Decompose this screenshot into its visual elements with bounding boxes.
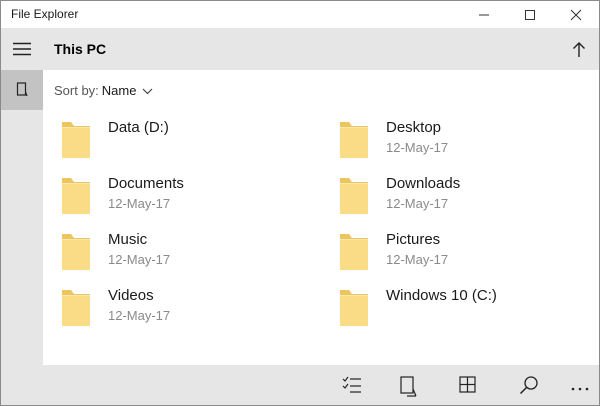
folder-icon bbox=[340, 234, 368, 270]
search-button[interactable] bbox=[514, 371, 544, 399]
grid-view-icon bbox=[459, 376, 476, 393]
drive-folder-icon bbox=[340, 290, 368, 326]
sort-label: Sort by: bbox=[54, 83, 99, 98]
close-icon bbox=[570, 9, 582, 21]
close-button[interactable] bbox=[553, 1, 599, 28]
item-name: Downloads bbox=[386, 175, 461, 192]
title-bar: File Explorer bbox=[1, 1, 599, 28]
chevron-down-icon bbox=[143, 88, 153, 95]
item-date: 12-May-17 bbox=[108, 308, 171, 323]
command-bar bbox=[43, 365, 599, 405]
navigation-sidebar bbox=[1, 28, 43, 405]
folder-item-data-d[interactable]: Data (D:) bbox=[47, 115, 287, 165]
select-list-icon bbox=[342, 376, 361, 393]
maximize-button[interactable] bbox=[507, 1, 553, 28]
device-icon bbox=[16, 82, 28, 97]
select-button[interactable] bbox=[337, 371, 367, 399]
item-date: 12-May-17 bbox=[386, 252, 449, 267]
folder-icon bbox=[62, 290, 90, 326]
folder-item-documents[interactable]: Documents 12-May-17 bbox=[47, 171, 287, 221]
sort-value: Name bbox=[101, 83, 137, 98]
folder-item-desktop[interactable]: Desktop 12-May-17 bbox=[325, 115, 565, 165]
page-title: This PC bbox=[54, 41, 107, 57]
view-button[interactable] bbox=[453, 371, 483, 399]
more-icon bbox=[571, 387, 589, 391]
new-window-button[interactable] bbox=[393, 371, 423, 399]
file-list-area: Sort by: Name Data (D:) Desktop 12-May-17… bbox=[43, 70, 599, 365]
folder-item-videos[interactable]: Videos 12-May-17 bbox=[47, 283, 287, 333]
folder-item-windows-c[interactable]: Windows 10 (C:) bbox=[325, 283, 565, 333]
folder-item-pictures[interactable]: Pictures 12-May-17 bbox=[325, 227, 565, 277]
minimize-icon bbox=[479, 14, 489, 16]
folder-icon bbox=[62, 178, 90, 214]
item-name: Desktop bbox=[386, 119, 442, 136]
folder-item-downloads[interactable]: Downloads 12-May-17 bbox=[325, 171, 565, 221]
go-up-button[interactable] bbox=[563, 34, 595, 64]
arrow-up-icon bbox=[573, 42, 585, 57]
item-name: Data (D:) bbox=[108, 119, 169, 136]
sort-control[interactable]: Sort by: Name bbox=[54, 83, 153, 98]
sidebar-item-this-pc[interactable] bbox=[1, 70, 43, 110]
header-bar: This PC bbox=[43, 28, 599, 70]
item-name: Windows 10 (C:) bbox=[386, 287, 497, 304]
item-date: 12-May-17 bbox=[386, 196, 449, 211]
item-name: Music bbox=[108, 231, 148, 248]
item-date: 12-May-17 bbox=[386, 140, 449, 155]
item-name: Documents bbox=[108, 175, 184, 192]
folder-icon bbox=[340, 122, 368, 158]
folder-icon bbox=[340, 178, 368, 214]
more-button[interactable] bbox=[565, 371, 595, 399]
hamburger-menu-icon bbox=[13, 42, 31, 56]
item-name: Pictures bbox=[386, 231, 441, 248]
search-icon bbox=[519, 376, 538, 395]
maximize-icon bbox=[525, 10, 535, 20]
folder-icon bbox=[62, 234, 90, 270]
folder-item-music[interactable]: Music 12-May-17 bbox=[47, 227, 287, 277]
item-date: 12-May-17 bbox=[108, 252, 171, 267]
menu-button[interactable] bbox=[1, 28, 43, 70]
minimize-button[interactable] bbox=[461, 1, 507, 28]
drive-folder-icon bbox=[62, 122, 90, 158]
item-date: 12-May-17 bbox=[108, 196, 171, 211]
item-name: Videos bbox=[108, 287, 154, 304]
new-window-icon bbox=[400, 376, 417, 397]
window-title: File Explorer bbox=[11, 7, 79, 21]
file-explorer-window: File Explorer This PC Sort by: Name Data… bbox=[0, 0, 600, 406]
